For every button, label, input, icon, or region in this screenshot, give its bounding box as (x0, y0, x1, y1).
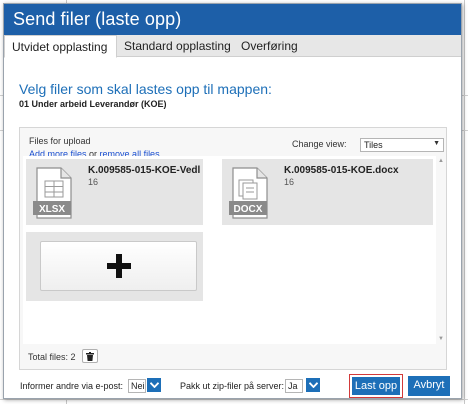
chevron-down-icon (308, 382, 318, 388)
file-name: K.009585-015-KOE.docx (284, 165, 399, 176)
file-area-scrollbar[interactable]: ▲ ▼ (436, 156, 445, 344)
change-view-value: Tiles (364, 140, 383, 150)
change-view-label: Change view: (292, 139, 347, 149)
background-divider (464, 0, 465, 404)
inform-label: Informer andre via e-post: (20, 381, 124, 391)
file-tile[interactable]: DOCX K.009585-015-KOE.docx 16 (222, 159, 433, 225)
dialog-footer: Informer andre via e-post: Nei Pakk ut z… (4, 374, 461, 400)
tab-bar: Utvidet opplasting Standard opplasting O… (4, 35, 461, 58)
upload-dialog: Send filer (laste opp) Utvidet opplastin… (3, 3, 462, 399)
unzip-select[interactable]: Ja (285, 379, 303, 393)
file-name: K.009585-015-KOE-Vedlegg (88, 165, 200, 176)
target-folder: 01 Under arbeid Leverandør (KOE) (19, 99, 167, 109)
total-files: Total files: 2 (28, 352, 76, 362)
upload-button-label: Last opp (352, 377, 400, 395)
file-tile[interactable]: XLSX K.009585-015-KOE-Vedlegg 16 (26, 159, 203, 225)
scroll-down-icon[interactable]: ▼ (438, 336, 444, 342)
dropdown-arrow-icon: ▼ (433, 140, 440, 147)
scroll-up-icon[interactable]: ▲ (438, 158, 444, 164)
page-heading: Velg filer som skal lastes opp til mappe… (19, 81, 272, 97)
inform-select[interactable]: Nei (128, 379, 146, 393)
file-tiles-area: XLSX K.009585-015-KOE-Vedlegg 16 (23, 156, 436, 344)
unzip-label: Pakk ut zip-filer på server: (180, 381, 285, 391)
file-count: 16 (88, 177, 99, 187)
dialog-title: Send filer (laste opp) (4, 4, 461, 35)
add-file-tile (26, 232, 203, 301)
clear-files-button[interactable] (82, 349, 98, 363)
tab-overforing[interactable]: Overføring (241, 35, 298, 57)
tab-utvidet-opplasting[interactable]: Utvidet opplasting (4, 35, 118, 58)
docx-file-icon: DOCX (229, 167, 268, 219)
trash-icon (86, 351, 94, 361)
file-ext-label: DOCX (234, 204, 263, 215)
change-view-select[interactable]: Tiles ▼ (360, 138, 444, 152)
file-count: 16 (284, 177, 295, 187)
add-file-button[interactable] (40, 241, 197, 291)
tab-standard-opplasting[interactable]: Standard opplasting (124, 35, 231, 57)
inform-dropdown-button[interactable] (147, 378, 161, 392)
unzip-dropdown-button[interactable] (306, 378, 320, 392)
file-uploader: Files for upload Add more files or remov… (19, 127, 447, 370)
plus-icon (106, 254, 131, 278)
xlsx-file-icon: XLSX (33, 167, 72, 219)
file-ext-label: XLSX (39, 204, 65, 215)
files-for-upload-label: Files for upload (29, 136, 91, 146)
upload-button[interactable]: Last opp (349, 374, 403, 398)
dialog-content: Velg filer som skal lastes opp til mappe… (4, 58, 461, 398)
chevron-down-icon (149, 382, 159, 388)
cancel-button[interactable]: Avbryt (408, 376, 450, 396)
